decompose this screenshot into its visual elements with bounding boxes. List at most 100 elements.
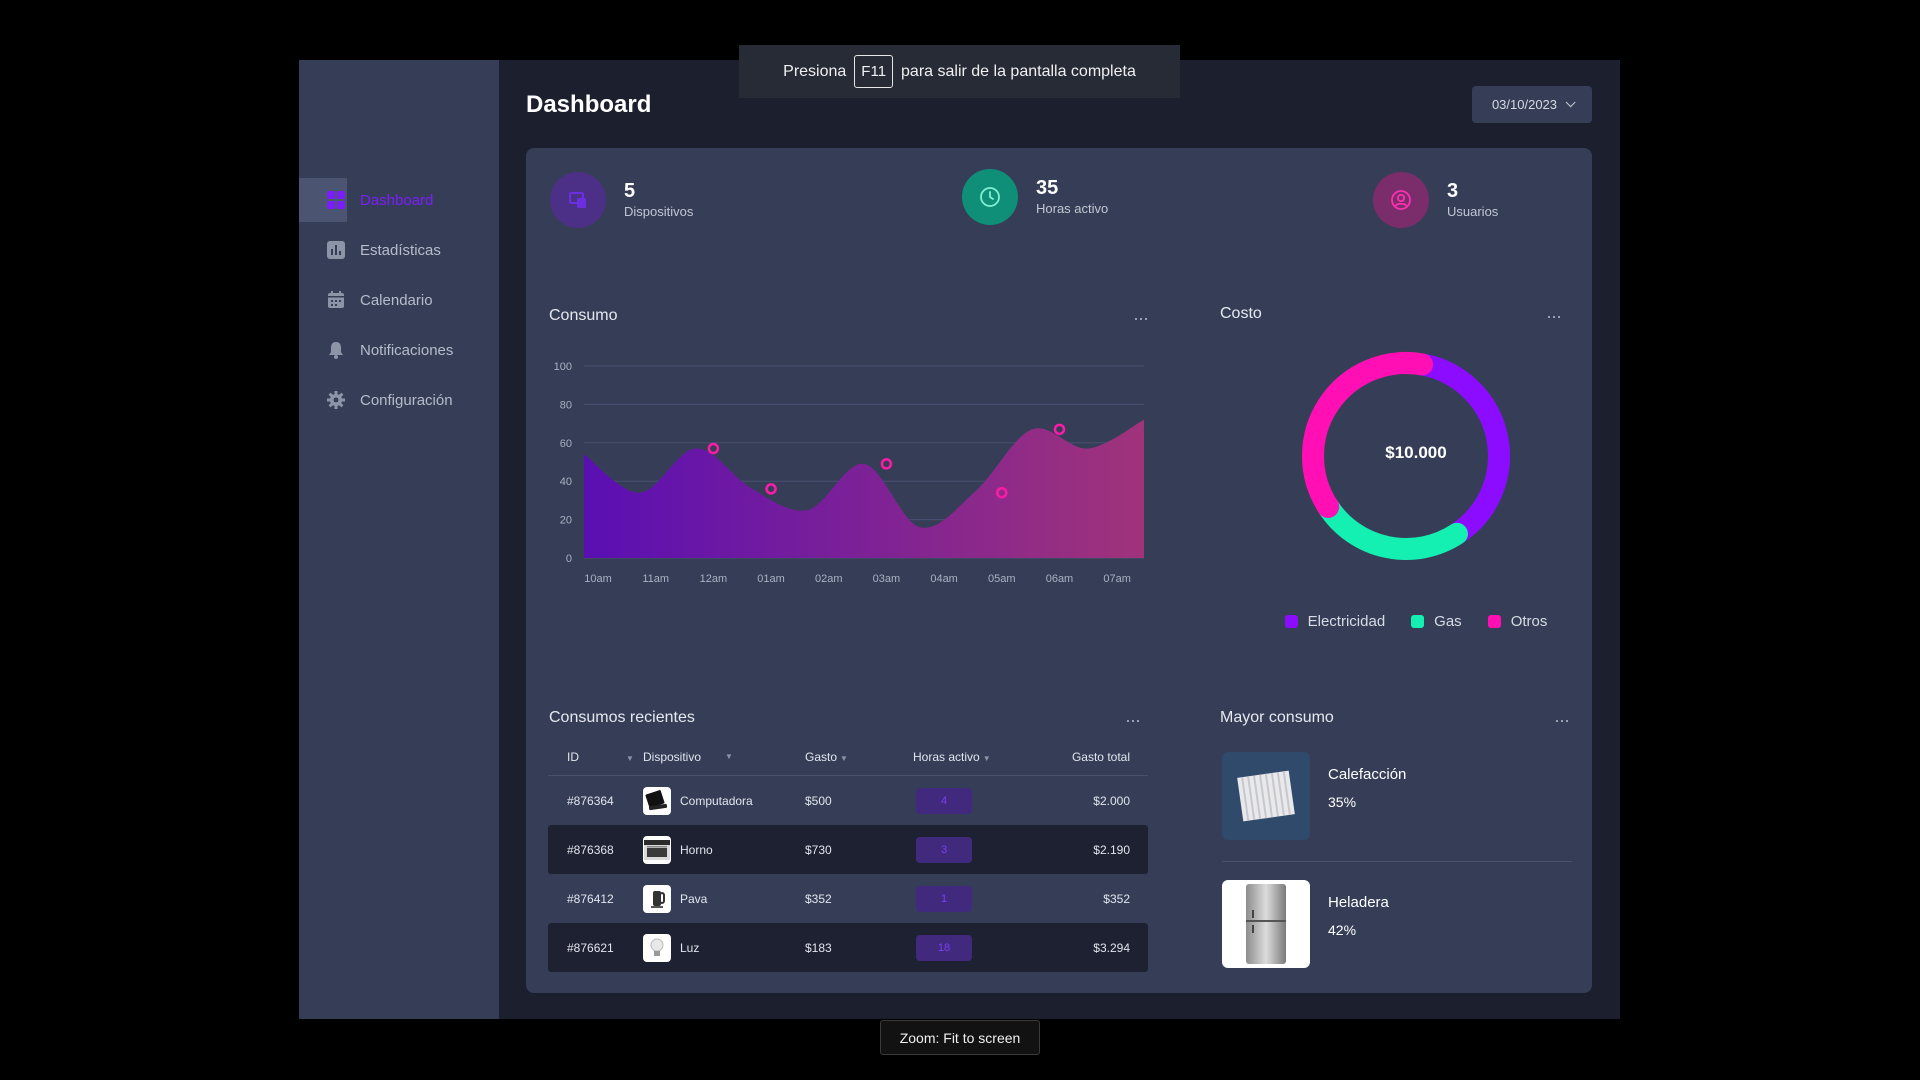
cell-device: Computadora [643, 786, 805, 815]
hours-badge: 4 [916, 787, 972, 814]
y-tick-label: 60 [560, 438, 572, 450]
cell-id: #876412 [567, 891, 614, 906]
stat-value: 35 [1036, 177, 1059, 199]
legend-swatch [1411, 615, 1425, 628]
legend-item-electricidad: Electricidad [1284, 613, 1386, 630]
date-dropdown[interactable]: 03/10/2023 [1472, 86, 1592, 123]
stat-dispositivos: 5 Dispositivos [550, 172, 693, 228]
cell-total: $2.000 [1093, 793, 1130, 808]
stat-value: 5 [624, 180, 636, 202]
x-tick-label: 12am [700, 573, 728, 585]
sidebar-item-estadisticas[interactable]: Estadísticas [299, 228, 499, 272]
column-label: ID [567, 749, 579, 764]
costo-more-button[interactable]: ··· [1546, 307, 1562, 325]
y-tick-label: 0 [566, 553, 572, 565]
mayor-item-heladera[interactable]: Heladera 42% [1222, 880, 1572, 972]
mayor-title: Mayor consumo [1220, 709, 1334, 726]
legend-swatch [1284, 615, 1298, 628]
zoom-toast: Zoom: Fit to screen [880, 1020, 1040, 1055]
mayor-more-button[interactable]: ··· [1554, 711, 1570, 729]
mayor-item-calefaccion[interactable]: Calefacción 35% [1222, 752, 1572, 844]
recientes-table: ID ▼ Dispositivo ▼ Gasto ▼ Horas activo ▼ Ga… [548, 738, 1148, 972]
sidebar-item-configuracion[interactable]: Configuración [299, 378, 499, 422]
item-percentage: 35% [1328, 794, 1357, 810]
sidebar-item-dashboard[interactable]: Dashboard [299, 178, 499, 222]
x-tick-label: 04am [930, 573, 958, 585]
grid-icon [326, 190, 346, 210]
column-label: Gasto [805, 749, 838, 764]
fridge-icon [1222, 880, 1310, 968]
column-header-horas-activo[interactable]: Horas activo ▼ [913, 750, 1025, 764]
legend-item-otros: Otros [1487, 613, 1547, 630]
item-name: Calefacción [1328, 766, 1407, 783]
app-window: Dashboard Estadísticas Calendario Notifi… [299, 60, 1620, 1019]
costo-title: Costo [1220, 305, 1262, 322]
y-tick-label: 40 [560, 476, 572, 488]
table-row[interactable]: #876368 Horno $730 3 $2.190 [548, 825, 1148, 874]
legend-label: Electricidad [1307, 613, 1386, 630]
cell-id: #876364 [567, 793, 614, 808]
oven-icon [643, 835, 671, 864]
hours-badge: 1 [916, 885, 972, 912]
bell-icon [326, 340, 346, 360]
consumo-area-chart: 0 20 40 60 80 100 10am 11am 12am 01am 02am 03am 04a… [554, 361, 1144, 585]
sidebar-item-calendario[interactable]: Calendario [299, 278, 499, 322]
costo-donut-chart [1302, 352, 1510, 560]
bar-chart-icon [326, 240, 346, 260]
cell-gasto: $500 [805, 793, 832, 808]
sidebar-item-label: Calendario [360, 291, 433, 309]
cell-device: Pava [643, 884, 805, 913]
cell-horas: 1 [913, 885, 1025, 912]
device-name: Pava [680, 891, 708, 906]
cell-device: Horno [643, 835, 805, 864]
item-percentage: 42% [1328, 922, 1357, 938]
data-point-marker[interactable] [880, 458, 893, 470]
consumo-more-button[interactable]: ··· [1133, 309, 1149, 327]
x-tick-label: 05am [988, 573, 1016, 585]
consumo-title: Consumo [549, 307, 618, 324]
data-point-marker[interactable] [765, 483, 777, 495]
donut-slice-otros[interactable] [1302, 352, 1434, 518]
donut-slice-gas[interactable] [1317, 495, 1468, 560]
sort-arrow-icon: ▼ [840, 753, 848, 763]
stat-label: Horas activo [1036, 201, 1109, 216]
y-tick-label: 100 [554, 361, 572, 373]
x-tick-label: 11am [642, 573, 669, 585]
x-tick-label: 07am [1103, 573, 1131, 585]
table-row[interactable]: #876412 Pava $352 1 $352 [548, 874, 1148, 923]
banner-text-before: Presiona [783, 62, 847, 80]
data-point-marker[interactable] [707, 442, 720, 455]
devices-icon [550, 172, 606, 228]
gear-icon [326, 390, 346, 410]
cell-device: Luz [643, 933, 805, 962]
cell-horas: 18 [913, 934, 1025, 961]
divider [1222, 861, 1572, 862]
bulb-icon [643, 933, 671, 962]
data-point-marker[interactable] [1053, 423, 1066, 436]
legend-swatch [1487, 615, 1501, 628]
cell-gasto: $183 [805, 940, 832, 955]
donut-center-value: $10.000 [1385, 443, 1447, 462]
column-label: Dispositivo [643, 749, 702, 764]
column-header-dispositivo[interactable]: Dispositivo ▼ [643, 750, 805, 764]
item-name: Heladera [1328, 894, 1389, 911]
sort-arrow-icon: ▼ [725, 752, 733, 761]
recientes-more-button[interactable]: ··· [1125, 711, 1141, 729]
fullscreen-exit-banner: Presiona F11 para salir de la pantalla c… [739, 45, 1180, 98]
cell-horas: 4 [913, 787, 1025, 814]
sidebar: Dashboard Estadísticas Calendario Notifi… [299, 60, 499, 1019]
chevron-down-icon [1565, 97, 1576, 108]
column-header-gasto[interactable]: Gasto ▼ [805, 750, 913, 764]
table-row[interactable]: #876621 Luz $183 18 $3.294 [548, 923, 1148, 972]
sidebar-item-notificaciones[interactable]: Notificaciones [299, 328, 499, 372]
user-icon [1373, 172, 1429, 228]
column-label: Horas activo [913, 749, 980, 764]
cell-total: $3.294 [1093, 940, 1130, 955]
cell-total: $352 [1103, 891, 1130, 906]
cell-gasto: $730 [805, 842, 832, 857]
table-row[interactable]: #876364 Computadora $500 4 $2.000 [548, 776, 1148, 825]
sidebar-item-label: Configuración [360, 391, 453, 409]
device-name: Horno [680, 842, 713, 857]
column-header-gasto-total[interactable]: Gasto total [1025, 750, 1148, 764]
column-header-id[interactable]: ID ▼ [548, 750, 643, 764]
